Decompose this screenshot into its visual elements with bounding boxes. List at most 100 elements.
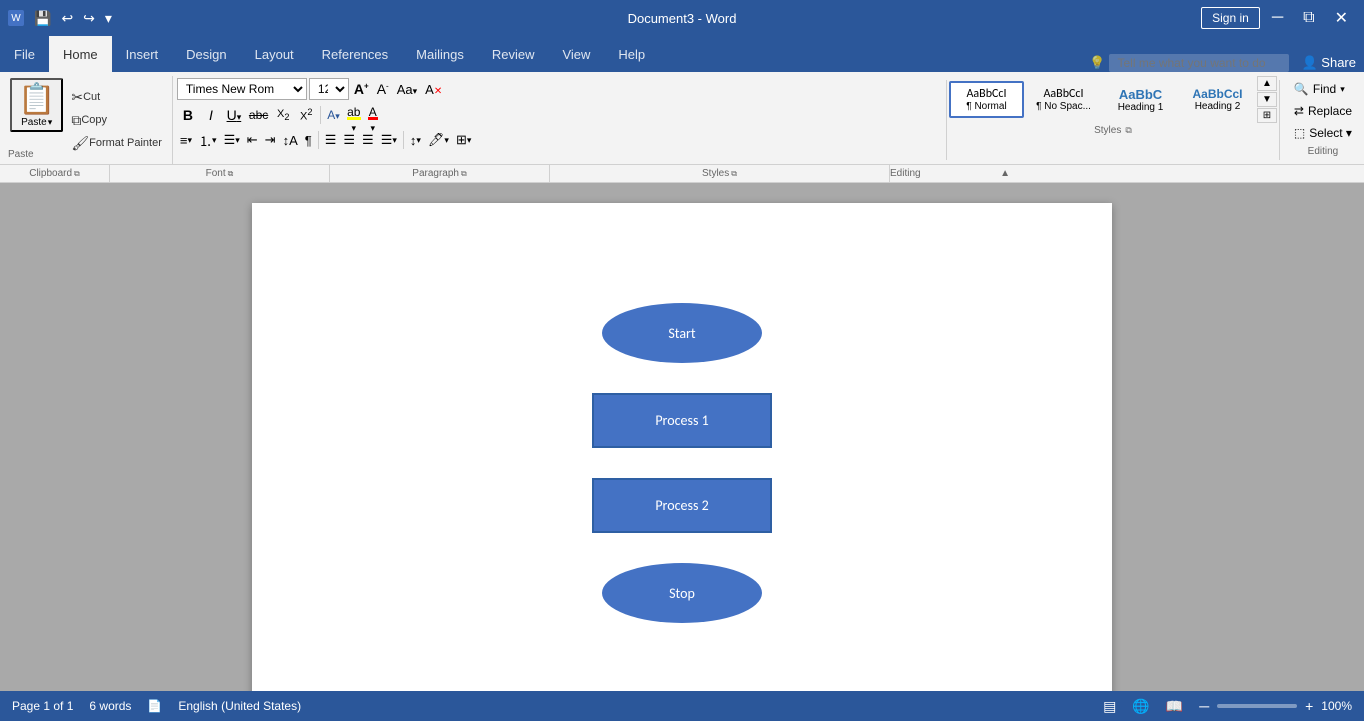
stop-shape[interactable]: Stop [602, 563, 762, 623]
styles-group: AaBbCcI ¶ Normal AaBbCcI ¶ No Spac... Aa… [949, 76, 1277, 164]
style-normal-button[interactable]: AaBbCcI ¶ Normal [949, 81, 1024, 118]
style-h2-sample: AaBbCcI [1188, 87, 1247, 101]
restore-button[interactable]: ⧉ [1295, 5, 1322, 31]
style-heading2-button[interactable]: AaBbCcI Heading 2 [1180, 81, 1255, 118]
shading-button[interactable]: 🖊▾ [425, 129, 452, 151]
highlight-color-button[interactable]: ab▾ [344, 104, 364, 126]
start-label: Start [668, 325, 695, 342]
tab-review[interactable]: Review [478, 36, 549, 72]
justify-button[interactable]: ☰▾ [378, 129, 400, 151]
tab-design[interactable]: Design [172, 36, 240, 72]
tab-view[interactable]: View [548, 36, 604, 72]
start-shape[interactable]: Start [602, 303, 762, 363]
change-case-button[interactable]: Aa▾ [394, 78, 420, 100]
tab-help[interactable]: Help [604, 36, 659, 72]
document-page[interactable]: Start Process 1 Process 2 Stop [252, 203, 1112, 703]
para-separator2 [403, 131, 404, 149]
styles-row: AaBbCcI ¶ Normal AaBbCcI ¶ No Spac... Aa… [949, 76, 1277, 123]
font-size-select[interactable]: 12 [309, 78, 349, 100]
bullets-button[interactable]: ≡▾ [177, 129, 195, 151]
font-shrink-button[interactable]: A- [374, 78, 392, 100]
line-spacing-button[interactable]: ↕▾ [407, 129, 424, 151]
font-grow-button[interactable]: A+ [351, 78, 372, 100]
save-button[interactable]: 💾 [30, 8, 55, 29]
redo-button[interactable]: ↪ [79, 8, 99, 29]
clipboard-expand-icon[interactable]: ⧉ [74, 169, 80, 179]
clear-formatting-button[interactable]: A✕ [422, 78, 445, 100]
copy-button[interactable]: ⧉ Copy [67, 110, 166, 131]
cut-button[interactable]: ✂ Cut [67, 87, 166, 108]
align-center-button[interactable]: ☰ [340, 129, 358, 151]
tab-layout[interactable]: Layout [241, 36, 308, 72]
style-heading1-button[interactable]: AaBbC Heading 1 [1103, 81, 1178, 118]
font-expand-icon[interactable]: ⧉ [228, 169, 234, 179]
paragraph-group-label: Paragraph ⧉ [330, 165, 550, 182]
text-effects-button[interactable]: A▾ [324, 104, 343, 126]
style-nospace-button[interactable]: AaBbCcI ¶ No Spac... [1026, 81, 1101, 118]
font-name-select[interactable]: Times New Rom [177, 78, 307, 100]
style-nospace-label: ¶ No Spac... [1034, 101, 1093, 112]
paragraph-expand-icon[interactable]: ⧉ [461, 169, 467, 179]
underline-button[interactable]: U▾ [223, 104, 245, 126]
read-mode-button[interactable]: 📖 [1162, 696, 1187, 717]
zoom-in-button[interactable]: + [1301, 696, 1317, 716]
increase-indent-button[interactable]: ⇥ [262, 129, 279, 151]
styles-more-button[interactable]: ⊞ [1257, 108, 1277, 123]
lightbulb-icon[interactable]: 💡 [1089, 55, 1105, 71]
align-right-button[interactable]: ☰ [359, 129, 377, 151]
style-heading2-label: Heading 2 [1188, 101, 1247, 112]
find-button[interactable]: 🔍 Find ▾ [1290, 80, 1356, 98]
strikethrough-button[interactable]: abc [246, 104, 271, 126]
subscript-button[interactable]: X2 [272, 104, 294, 126]
tab-insert[interactable]: Insert [112, 36, 173, 72]
zoom-slider[interactable] [1217, 704, 1297, 708]
process1-shape[interactable]: Process 1 [592, 393, 772, 448]
paste-button[interactable]: 📋 Paste ▾ [10, 78, 63, 132]
zoom-out-button[interactable]: ─ [1195, 696, 1213, 716]
customize-quick-access-button[interactable]: ▾ [101, 8, 116, 29]
styles-group-label: Styles ⧉ [550, 165, 890, 182]
font-para-section: Times New Rom 12 A+ A- Aa▾ A✕ B I U▾ abc… [173, 76, 944, 164]
numbering-button[interactable]: ⒈▾ [196, 129, 220, 151]
replace-button[interactable]: ⇄ Replace [1290, 102, 1356, 120]
font-color-button[interactable]: A▾ [365, 104, 381, 126]
styles-expand-icon[interactable]: ⧉ [1125, 125, 1131, 136]
tab-mailings[interactable]: Mailings [402, 36, 478, 72]
share-button[interactable]: 👤 Share [1301, 55, 1356, 71]
collapse-ribbon-button[interactable]: ▲ [1000, 168, 1010, 179]
italic-button[interactable]: I [200, 104, 222, 126]
sign-in-button[interactable]: Sign in [1201, 7, 1260, 29]
style-h1-sample: AaBbC [1111, 87, 1170, 102]
tab-file[interactable]: File [0, 36, 49, 72]
tab-references[interactable]: References [308, 36, 402, 72]
tell-me-input[interactable] [1109, 54, 1289, 72]
show-formatting-button[interactable]: ¶ [302, 129, 315, 151]
borders-button[interactable]: ⊞▾ [453, 129, 474, 151]
undo-button[interactable]: ↩ [57, 8, 77, 29]
multilevel-list-button[interactable]: ☰▾ [221, 129, 243, 151]
superscript-button[interactable]: X2 [295, 104, 317, 126]
font-group-label: Font ⧉ [110, 165, 330, 182]
replace-icon: ⇄ [1294, 104, 1304, 118]
styles-expand-icon2[interactable]: ⧉ [731, 169, 737, 179]
minimize-button[interactable]: ─ [1264, 5, 1291, 31]
close-button[interactable]: ✕ [1327, 4, 1356, 32]
web-layout-view-button[interactable]: 🌐 [1128, 696, 1153, 717]
decrease-indent-button[interactable]: ⇤ [244, 129, 261, 151]
select-button[interactable]: ⬚ Select ▾ [1290, 124, 1356, 142]
editing-group-label: Editing ▲ [890, 165, 1010, 182]
editing-label: Editing [1290, 146, 1356, 157]
bold-button[interactable]: B [177, 104, 199, 126]
title-bar: W 💾 ↩ ↪ ▾ Document3 - Word Sign in ─ ⧉ ✕ [0, 0, 1364, 36]
align-left-button[interactable]: ☰ [322, 129, 340, 151]
page-info: Page 1 of 1 [12, 699, 73, 713]
zoom-level: 100% [1321, 699, 1352, 713]
sort-button[interactable]: ↕A [280, 129, 301, 151]
process2-shape[interactable]: Process 2 [592, 478, 772, 533]
cut-icon: ✂ [71, 89, 83, 106]
print-layout-view-button[interactable]: ▤ [1099, 696, 1120, 717]
styles-scroll-down-button[interactable]: ▼ [1257, 92, 1277, 107]
tab-home[interactable]: Home [49, 36, 112, 72]
title-bar-left: W 💾 ↩ ↪ ▾ [8, 8, 116, 29]
styles-scroll-up-button[interactable]: ▲ [1257, 76, 1277, 91]
